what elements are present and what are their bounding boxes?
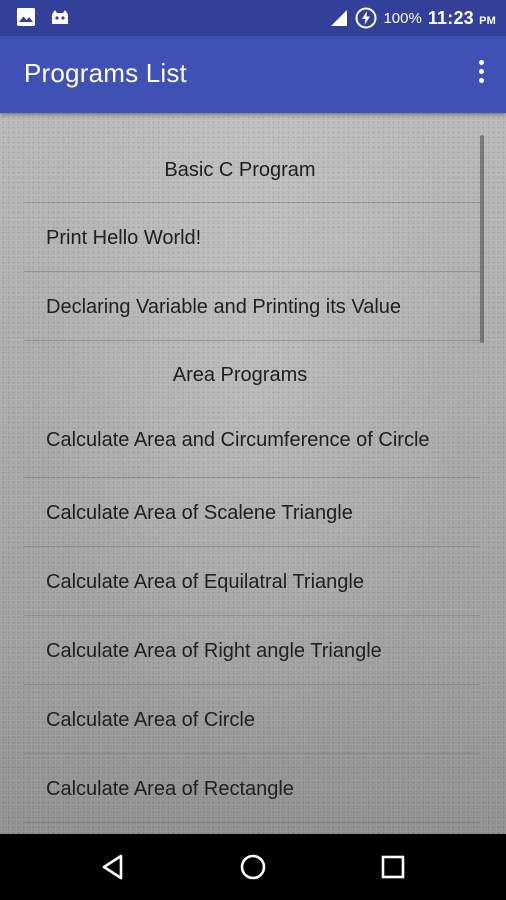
navigation-bar <box>0 834 506 900</box>
battery-charging-icon <box>355 7 377 29</box>
list-item-label: Declaring Variable and Printing its Valu… <box>46 295 402 318</box>
back-icon[interactable] <box>97 851 129 883</box>
list-item[interactable]: Calculate Area of Equilatral Triangle <box>0 547 480 616</box>
screen: 100% 11:23 PM Programs List Basic C Prog… <box>0 0 506 900</box>
app-bar: Programs List <box>0 36 506 113</box>
divider <box>24 822 480 823</box>
section-header-basic: Basic C Program <box>0 113 480 203</box>
home-icon[interactable] <box>237 851 269 883</box>
section-header-label: Area Programs <box>172 364 308 386</box>
status-bar: 100% 11:23 PM <box>0 0 506 36</box>
clock-time: 11:23 <box>427 7 474 28</box>
app-title: Programs List <box>24 58 187 88</box>
list-item[interactable]: Calculate Area and Circumference of Circ… <box>0 401 480 478</box>
recents-icon[interactable] <box>377 851 409 883</box>
list-item-label: Calculate Area and Circumference of Circ… <box>46 428 430 451</box>
clock-ampm: PM <box>479 14 496 27</box>
image-notification-icon <box>17 8 35 26</box>
status-right: 100% 11:23 PM <box>329 6 496 30</box>
list-item-label: Calculate Area of Equilatral Triangle <box>46 570 364 593</box>
list-item[interactable]: Calculate Area of Right angle Triangle <box>0 616 480 685</box>
programs-list: Basic C Program Print Hello World! Decla… <box>0 113 480 823</box>
list-item[interactable]: Calculate Area of Rectangle <box>0 754 480 823</box>
signal-icon <box>331 10 348 26</box>
list-item[interactable]: Declaring Variable and Printing its Valu… <box>0 272 480 341</box>
list-item-label: Calculate Area of Right angle Triangle <box>46 639 382 662</box>
android-notification-icon <box>52 10 68 24</box>
list-item-label: Calculate Area of Circle <box>46 708 255 731</box>
scrollbar[interactable] <box>480 135 484 343</box>
list-item[interactable]: Calculate Area of Circle <box>0 685 480 754</box>
list-item-label: Print Hello World! <box>46 226 202 249</box>
clock: 11:23 PM <box>428 8 496 29</box>
more-vert-icon[interactable] <box>474 60 488 90</box>
list-item[interactable]: Print Hello World! <box>0 203 480 272</box>
list-item-label: Calculate Area of Scalene Triangle <box>46 501 353 524</box>
section-header-area: Area Programs <box>0 341 480 401</box>
notification-icons <box>16 7 70 27</box>
content-area: Basic C Program Print Hello World! Decla… <box>0 113 506 834</box>
list-item-label: Calculate Area of Rectangle <box>46 777 294 800</box>
section-header-label: Basic C Program <box>164 159 316 181</box>
battery-percent: 100% <box>383 9 422 27</box>
list-item[interactable]: Calculate Area of Scalene Triangle <box>0 478 480 547</box>
